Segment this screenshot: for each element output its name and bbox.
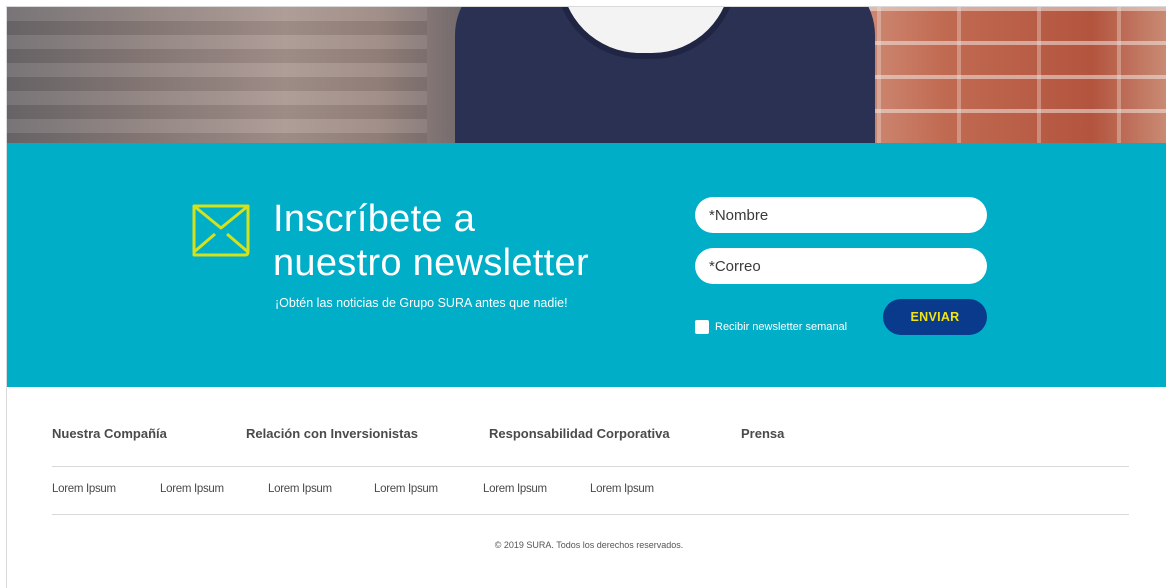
footer-nav-responsabilidad-corporativa[interactable]: Responsabilidad Corporativa bbox=[489, 426, 670, 441]
footer-nav-prensa[interactable]: Prensa bbox=[741, 426, 784, 441]
footer-link[interactable]: Lorem Ipsum bbox=[483, 483, 547, 495]
newsletter-title: Inscríbete a nuestro newsletter bbox=[273, 197, 589, 285]
copyright-text: © 2019 SURA. Todos los derechos reservad… bbox=[0, 540, 1166, 550]
footer-divider-top bbox=[52, 466, 1129, 467]
newsletter-subtitle: ¡Obtén las noticias de Grupo SURA antes … bbox=[275, 296, 568, 310]
hero-image bbox=[7, 7, 1166, 143]
footer-link[interactable]: Lorem Ipsum bbox=[268, 483, 332, 495]
footer-divider-bottom bbox=[52, 514, 1129, 515]
footer-link[interactable]: Lorem Ipsum bbox=[590, 483, 654, 495]
name-field[interactable] bbox=[695, 197, 987, 233]
submit-button[interactable]: ENVIAR bbox=[883, 299, 987, 335]
email-field[interactable] bbox=[695, 248, 987, 284]
copyright-label: © 2019 SURA. Todos los derechos reservad… bbox=[494, 540, 684, 550]
footer-nav-relacion-inversionistas[interactable]: Relación con Inversionistas bbox=[246, 426, 418, 441]
newsletter-title-line2: nuestro newsletter bbox=[273, 242, 589, 284]
footer-nav-nuestra-compania[interactable]: Nuestra Compañía bbox=[52, 426, 167, 441]
footer-link[interactable]: Lorem Ipsum bbox=[160, 483, 224, 495]
footer-link[interactable]: Lorem Ipsum bbox=[52, 483, 116, 495]
weekly-newsletter-checkbox[interactable] bbox=[695, 320, 709, 334]
envelope-icon bbox=[192, 204, 250, 257]
weekly-newsletter-label[interactable]: Recibir newsletter semanal bbox=[715, 320, 847, 335]
footer-link[interactable]: Lorem Ipsum bbox=[374, 483, 438, 495]
newsletter-section: Inscríbete a nuestro newsletter ¡Obtén l… bbox=[7, 143, 1166, 387]
newsletter-title-line1: Inscríbete a bbox=[273, 198, 476, 240]
